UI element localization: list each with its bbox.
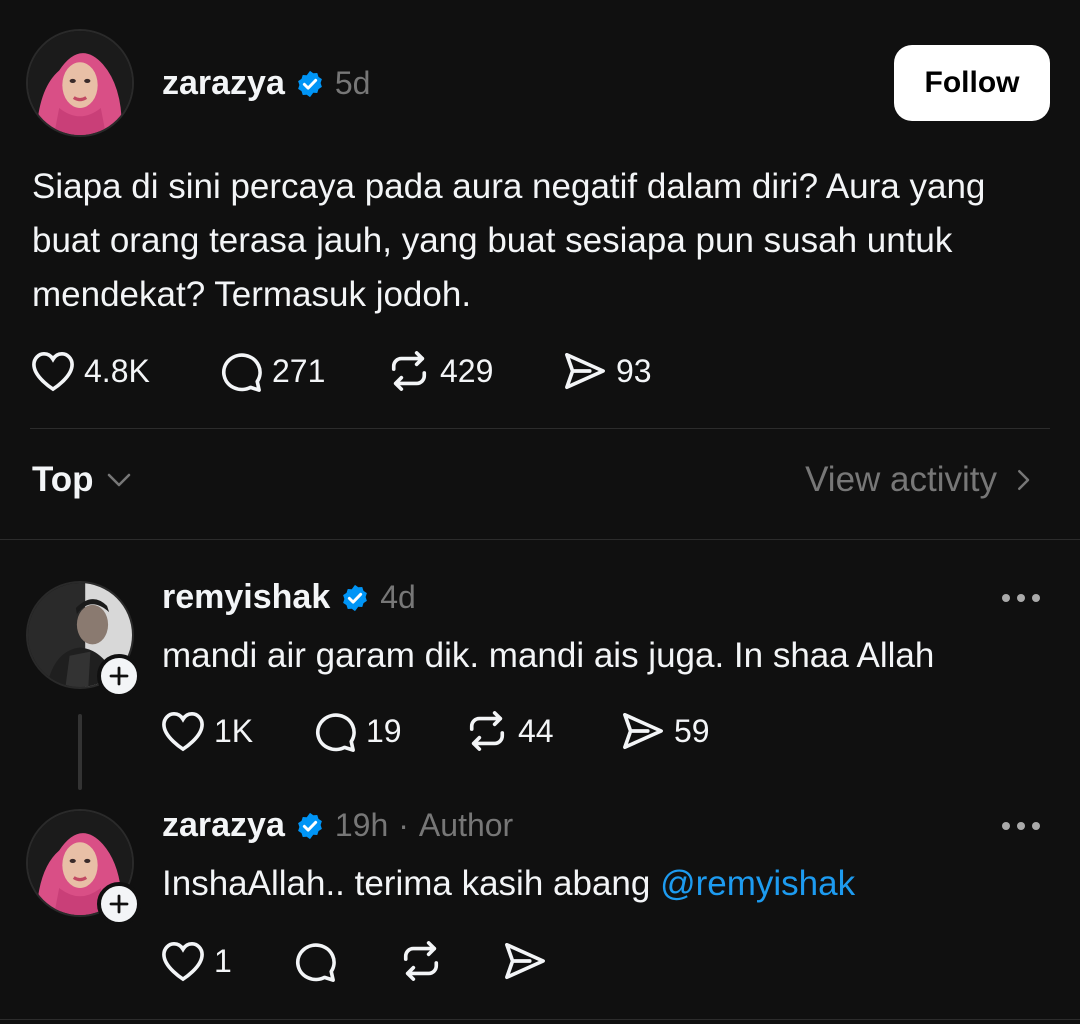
follow-remyishak-button[interactable] [97, 654, 141, 698]
comment-icon [315, 713, 356, 752]
reply-timestamp: 19h [334, 807, 389, 843]
reply-actions: 1 [160, 940, 548, 982]
repost-count: 44 [518, 712, 554, 749]
plus-icon [109, 666, 129, 686]
reply-author-name[interactable]: zarazya [162, 806, 285, 845]
share-button[interactable] [502, 940, 548, 982]
sort-label: Top [32, 460, 94, 499]
verified-badge-icon [295, 69, 325, 99]
post-author-name[interactable]: zarazya [162, 64, 285, 103]
reply-body: InshaAllah.. terima kasih abang @remyish… [162, 864, 855, 904]
view-activity-label: View activity [805, 460, 997, 499]
mention-link[interactable]: @remyishak [660, 864, 855, 903]
heart-icon [162, 942, 204, 982]
send-icon [623, 712, 663, 750]
zarazya-avatar[interactable] [26, 29, 134, 137]
thread-connector-line [78, 714, 82, 790]
more-options-icon[interactable] [1002, 822, 1040, 830]
post-body: Siapa di sini percaya pada aura negatif … [32, 167, 986, 314]
share-button[interactable]: 93 [562, 350, 652, 392]
post-actions: 4.8K 271 429 93 [30, 350, 652, 392]
reply-body: mandi air garam dik. mandi ais juga. In … [162, 636, 935, 675]
more-options-icon[interactable] [1002, 594, 1040, 602]
thread-page: zarazya 5d Follow Siapa di sini percaya … [0, 0, 1080, 1024]
follow-zarazya-button[interactable] [97, 882, 141, 926]
reply-timestamp: 4d [380, 579, 416, 615]
heart-icon [32, 352, 74, 392]
send-icon [565, 352, 605, 390]
repost-count: 429 [440, 352, 494, 389]
comment-button[interactable]: 271 [218, 350, 386, 392]
send-icon [505, 942, 545, 980]
follow-button[interactable]: Follow [894, 45, 1050, 121]
chevron-right-icon [1018, 470, 1030, 490]
like-button[interactable]: 1K [160, 710, 312, 752]
bottom-divider [0, 1019, 1080, 1020]
reply-header: remyishak 4d [162, 578, 416, 617]
comment-button[interactable] [292, 940, 398, 982]
verified-badge-icon [340, 583, 370, 613]
reply-body-text: InshaAllah.. terima kasih abang [162, 864, 661, 903]
chevron-down-icon [107, 473, 130, 487]
heart-icon [162, 712, 204, 752]
view-activity-link[interactable]: View activity [805, 460, 1035, 500]
plus-icon [109, 894, 129, 914]
post-divider [30, 428, 1050, 429]
post-timestamp: 5d [334, 65, 371, 101]
repost-icon [469, 711, 505, 751]
comment-icon [295, 943, 336, 982]
like-button[interactable]: 1 [160, 940, 292, 982]
sort-dropdown[interactable]: Top [32, 460, 134, 500]
reply-author-name[interactable]: remyishak [162, 578, 330, 617]
post-header: zarazya 5d [162, 64, 370, 103]
comment-button[interactable]: 19 [312, 710, 464, 752]
meta-separator: · [398, 807, 409, 843]
author-tag: Author [418, 807, 514, 843]
section-divider [0, 539, 1080, 540]
repost-icon [391, 351, 427, 391]
comment-count: 271 [272, 352, 326, 389]
reply-actions: 1K 19 44 59 [160, 710, 710, 752]
comment-icon [221, 353, 262, 392]
reply-header: zarazya 19h · Author [162, 806, 513, 845]
avatar-image [28, 31, 132, 135]
repost-button[interactable]: 429 [386, 350, 562, 392]
repost-button[interactable] [398, 940, 502, 982]
like-count: 1K [214, 712, 254, 749]
share-button[interactable]: 59 [620, 710, 710, 752]
repost-icon [403, 941, 439, 981]
verified-badge-icon [295, 811, 325, 841]
like-button[interactable]: 4.8K [30, 350, 218, 392]
like-count: 4.8K [84, 352, 150, 389]
share-count: 59 [674, 712, 710, 749]
comment-count: 19 [366, 712, 402, 749]
share-count: 93 [616, 352, 652, 389]
like-count: 1 [214, 942, 232, 979]
repost-button[interactable]: 44 [464, 710, 620, 752]
